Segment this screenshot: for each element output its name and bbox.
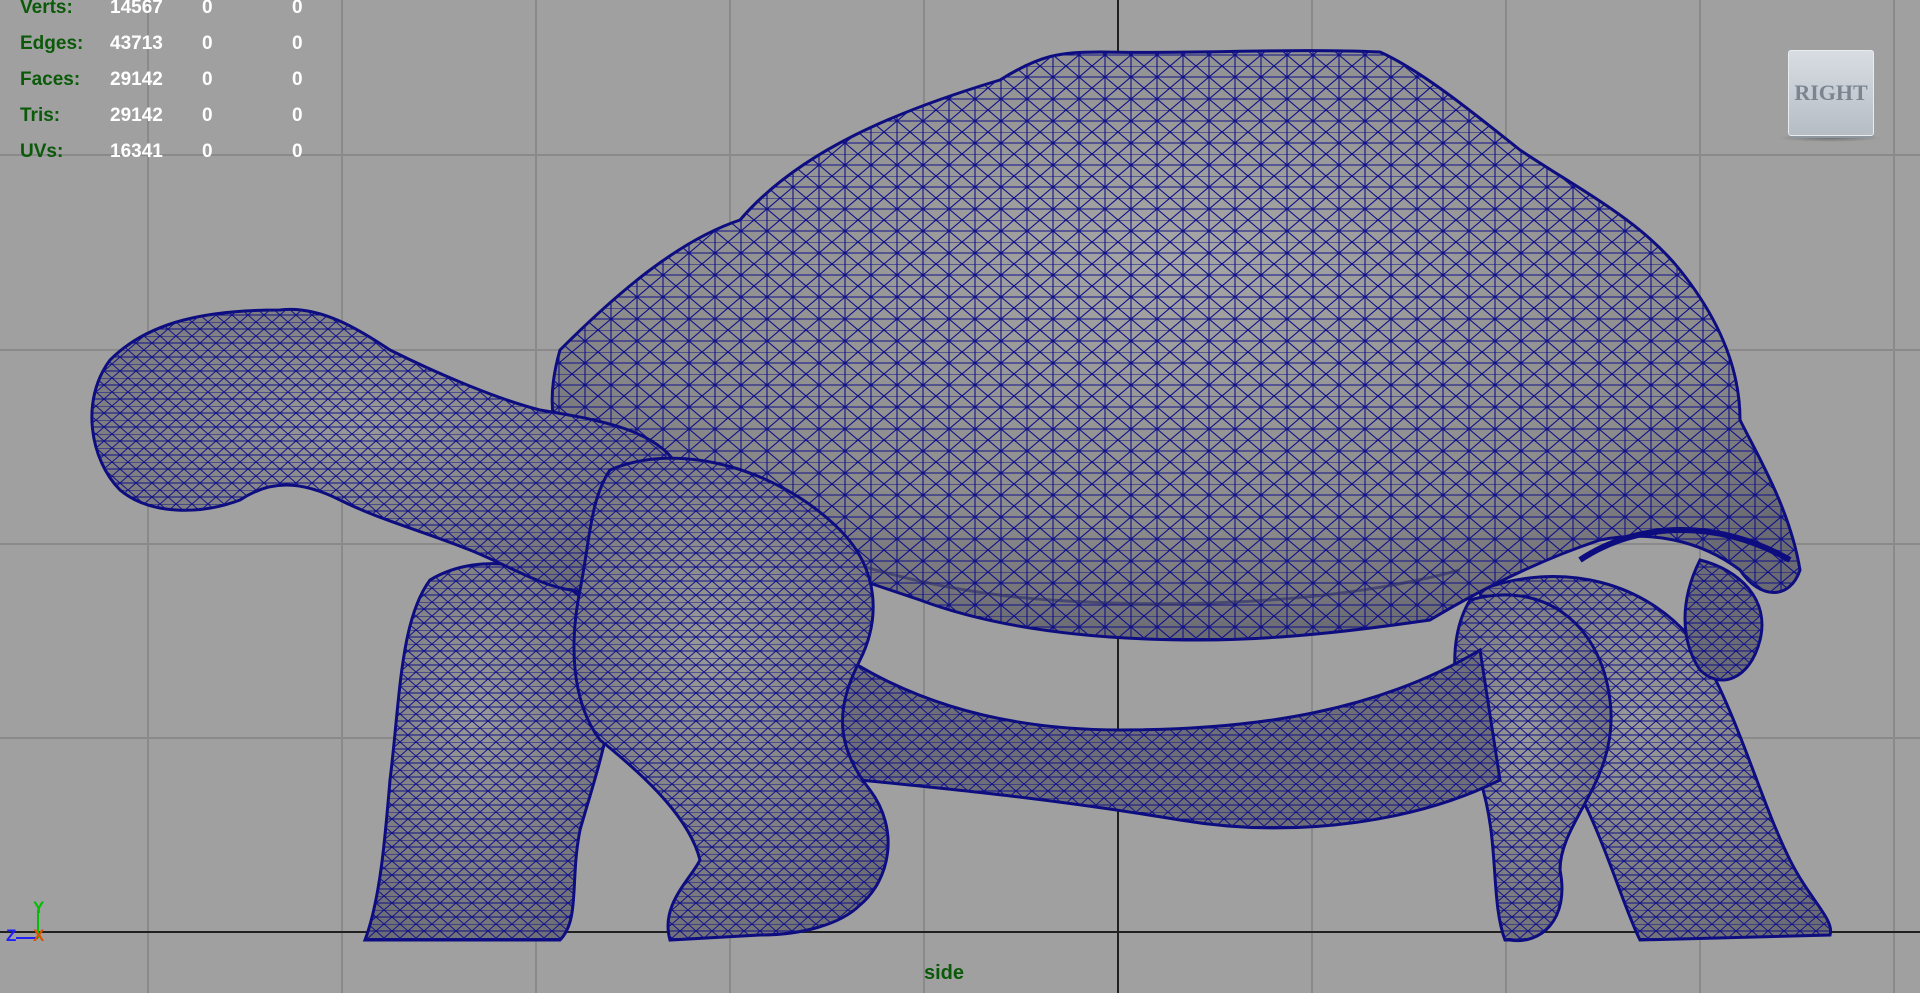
hud-label: UVs: — [20, 141, 64, 162]
plastron — [810, 637, 1502, 830]
axis-y-label: Y — [33, 898, 45, 917]
view-cube-icon[interactable]: RIGHT — [1788, 50, 1874, 136]
hud-value-component: 0 — [292, 141, 303, 162]
hud-value-total: 14567 — [110, 0, 163, 18]
hud-value-selected: 0 — [202, 105, 213, 126]
hud-value-component: 0 — [292, 33, 303, 54]
tortoise-mesh[interactable] — [0, 0, 1920, 993]
hud-label: Tris: — [20, 105, 61, 126]
axis-z-label: Z — [6, 926, 17, 945]
hud-label: Faces: — [20, 69, 81, 90]
hud-value-component: 0 — [292, 105, 303, 126]
hud-value-total: 29142 — [110, 105, 163, 126]
hud-value-component: 0 — [292, 0, 303, 18]
hud-value-total: 16341 — [110, 141, 163, 162]
axis-x-label: X — [33, 926, 45, 945]
hud-value-selected: 0 — [202, 33, 213, 54]
hud-value-selected: 0 — [202, 141, 213, 162]
axis-gizmo-icon: Y Z X — [6, 898, 56, 958]
front-leg-near — [572, 456, 890, 942]
hud-label: Verts: — [20, 0, 73, 18]
hud-value-selected: 0 — [202, 0, 213, 18]
viewport-side[interactable]: Verts: 14567 0 0 Edges: 43713 0 0 Faces: 29142 0 0 T… — [0, 0, 1920, 993]
camera-name-label: side — [924, 962, 965, 984]
view-cube-face-label: RIGHT — [1794, 80, 1868, 105]
hud-value-total: 43713 — [110, 33, 163, 54]
hud-value-component: 0 — [292, 69, 303, 90]
hud-value-total: 29142 — [110, 69, 163, 90]
hud-value-selected: 0 — [202, 69, 213, 90]
hud-label: Edges: — [20, 33, 84, 54]
